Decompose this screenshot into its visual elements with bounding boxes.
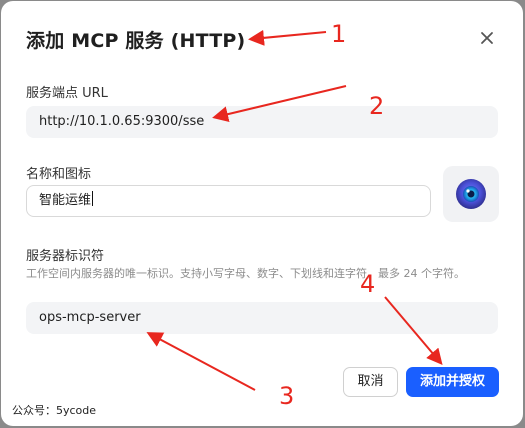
close-icon[interactable] — [475, 26, 499, 50]
dialog-title: 添加 MCP 服务 (HTTP) — [26, 30, 246, 52]
annotation-label-2: 2 — [369, 92, 385, 120]
identifier-hint: 工作空间内服务器的唯一标识。支持小写字母、数字、下划线和连字符，最多 24 个字… — [26, 267, 465, 280]
server-identifier-value: ops-mcp-server — [39, 310, 141, 325]
identifier-label: 服务器标识符 — [26, 249, 105, 264]
name-icon-label: 名称和图标 — [26, 167, 92, 182]
service-name-value: 智能运维 — [39, 193, 92, 208]
server-identifier-input[interactable]: ops-mcp-server — [26, 302, 498, 334]
annotation-label-3: 3 — [279, 382, 295, 410]
endpoint-url-input[interactable]: http://10.1.0.65:9300/sse — [26, 106, 498, 138]
add-and-authorize-button[interactable]: 添加并授权 — [406, 367, 499, 397]
endpoint-url-value: http://10.1.0.65:9300/sse — [39, 114, 205, 129]
mcp-service-dialog: 添加 MCP 服务 (HTTP) 服务端点 URL http://10.1.0.… — [1, 1, 523, 426]
annotation-label-4: 4 — [360, 270, 376, 298]
service-name-input[interactable]: 智能运维 — [26, 185, 431, 217]
annotation-label-1: 1 — [331, 20, 347, 48]
service-icon-picker[interactable] — [443, 166, 499, 222]
watermark: 公众号：5ycode — [12, 404, 97, 417]
text-caret — [92, 191, 94, 206]
endpoint-label: 服务端点 URL — [26, 86, 108, 101]
cancel-button[interactable]: 取消 — [343, 367, 398, 397]
eye-logo-icon — [456, 179, 486, 209]
